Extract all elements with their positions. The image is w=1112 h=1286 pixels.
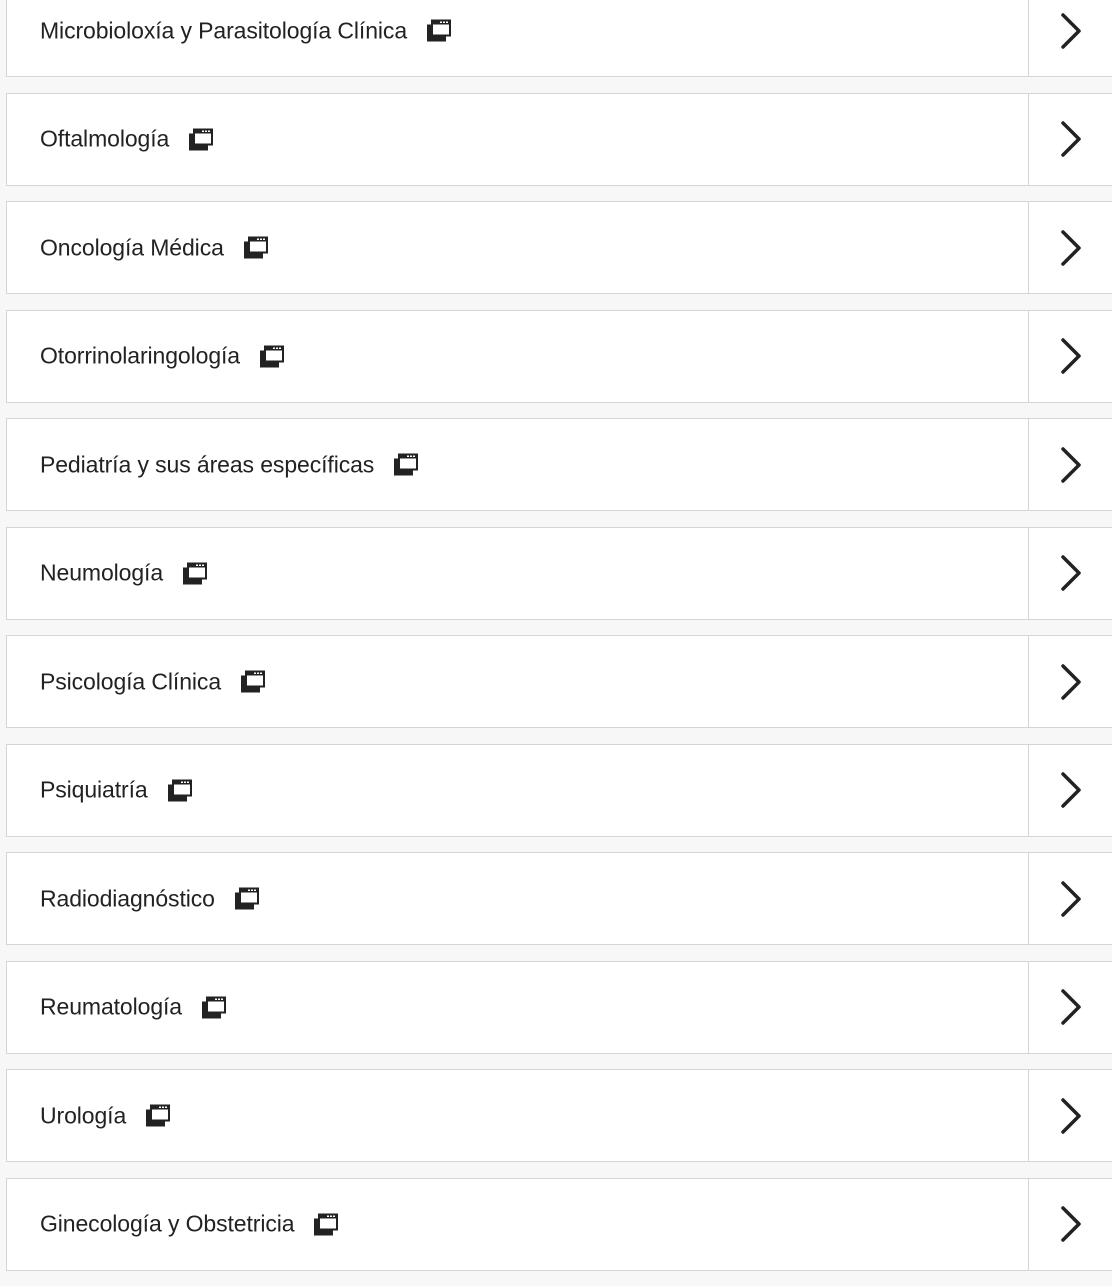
list-item-label: Psicología Clínica	[40, 668, 222, 694]
list-item[interactable]: Psiquiatría	[6, 743, 1112, 837]
expand-button[interactable]	[1028, 310, 1112, 402]
expand-button[interactable]	[1028, 527, 1112, 619]
list-item-label: Ginecología y Obstetricia	[40, 1210, 295, 1237]
chevron-right-icon	[1060, 446, 1081, 483]
expand-button[interactable]	[1028, 93, 1112, 185]
new-window-icon	[189, 128, 214, 150]
expand-button[interactable]	[1028, 961, 1112, 1053]
expand-button[interactable]	[1028, 0, 1112, 76]
list-item-label: Radiodiagnóstico	[40, 885, 215, 911]
list-item[interactable]: Oftalmología	[6, 92, 1112, 186]
list-item-label: Urología	[40, 1102, 127, 1128]
expand-button[interactable]	[1028, 1070, 1112, 1161]
list-item-label: Otorrinolaringología	[40, 342, 241, 369]
expand-button[interactable]	[1028, 853, 1112, 944]
list-item[interactable]: Urología	[6, 1069, 1112, 1162]
new-window-icon	[394, 453, 419, 476]
list-item-label: Oftalmología	[40, 125, 170, 152]
chevron-right-icon	[1060, 229, 1081, 266]
list-item-label: Reumatología	[40, 993, 182, 1020]
list-item[interactable]: Neumología	[6, 526, 1112, 620]
list-item[interactable]: Oncología Médica	[6, 201, 1112, 294]
new-window-icon	[167, 779, 192, 801]
list-item-label: Microbioloxía y Parasitología Clínica	[40, 17, 408, 43]
chevron-right-icon	[1060, 1206, 1081, 1242]
expand-button[interactable]	[1028, 744, 1112, 836]
chevron-right-icon	[1060, 121, 1081, 157]
list-item[interactable]: Pediatría y sus áreas específicas	[6, 418, 1112, 511]
chevron-right-icon	[1060, 338, 1081, 374]
chevron-right-icon	[1060, 555, 1081, 591]
expand-button[interactable]	[1028, 202, 1112, 293]
new-window-icon	[234, 887, 259, 910]
chevron-right-icon	[1060, 663, 1081, 700]
new-window-icon	[427, 19, 452, 42]
new-window-icon	[243, 236, 268, 259]
chevron-right-icon	[1060, 880, 1081, 917]
new-window-icon	[314, 1213, 339, 1235]
list-item[interactable]: Otorrinolaringología	[6, 309, 1112, 403]
new-window-icon	[146, 1104, 171, 1127]
chevron-right-icon	[1060, 989, 1081, 1025]
list-item-label: Neumología	[40, 559, 164, 586]
expand-button[interactable]	[1028, 419, 1112, 510]
list-item[interactable]: Ginecología y Obstetricia	[6, 1177, 1112, 1271]
chevron-right-icon	[1060, 1097, 1081, 1134]
expand-button[interactable]	[1028, 636, 1112, 727]
list-item[interactable]: Psicología Clínica	[6, 635, 1112, 728]
chevron-right-icon	[1060, 12, 1081, 49]
list-item-label: Pediatría y sus áreas específicas	[40, 451, 375, 477]
new-window-icon	[241, 670, 266, 693]
list-item[interactable]: Reumatología	[6, 960, 1112, 1054]
new-window-icon	[260, 345, 285, 367]
list-item-label: Oncología Médica	[40, 234, 224, 260]
new-window-icon	[202, 996, 226, 1018]
new-window-icon	[183, 562, 208, 584]
list-item[interactable]: Radiodiagnóstico	[6, 852, 1112, 945]
list-item[interactable]: Microbioloxía y Parasitología Clínica	[6, 0, 1112, 77]
expand-button[interactable]	[1028, 1178, 1112, 1270]
specialty-list: Microbioloxía y Parasitología Clínica Of…	[6, 0, 1112, 1286]
list-item-label: Psiquiatría	[40, 776, 148, 803]
chevron-right-icon	[1060, 772, 1081, 808]
